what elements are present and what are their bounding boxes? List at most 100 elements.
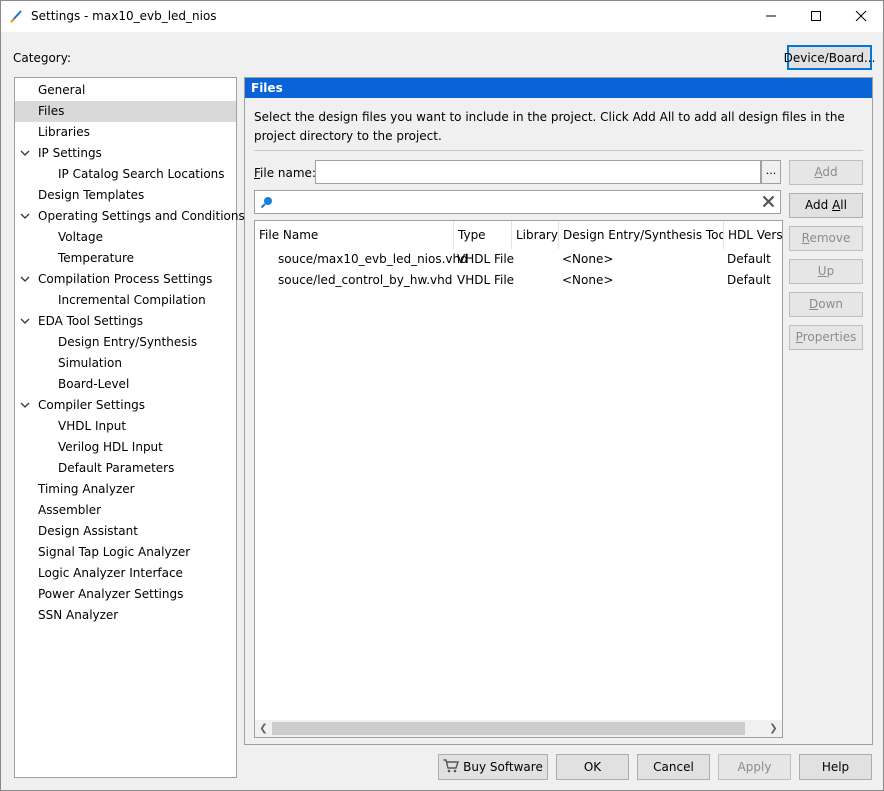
tree-item-files[interactable]: Files: [15, 101, 236, 122]
cancel-button[interactable]: Cancel: [637, 754, 710, 780]
file-name-label: File name:: [254, 166, 316, 180]
button-label: Help: [821, 760, 850, 774]
maximize-icon: [811, 11, 821, 21]
clear-icon[interactable]: [761, 194, 776, 209]
tree-item-libraries[interactable]: Libraries: [15, 122, 236, 143]
tree-item-label: Timing Analyzer: [38, 482, 135, 496]
column-header[interactable]: File Name: [255, 221, 454, 249]
table-cell: VHDL File: [457, 252, 515, 266]
tree-item-simulation[interactable]: Simulation: [15, 353, 236, 374]
browse-button[interactable]: ...: [761, 160, 781, 184]
remove-button[interactable]: Remove: [789, 226, 863, 251]
scroll-right-icon[interactable]: ❯: [765, 720, 782, 737]
search-icon: [260, 195, 274, 209]
files-table[interactable]: File Name Type Library Design Entry/Synthes…: [254, 220, 783, 738]
tree-item-label: Signal Tap Logic Analyzer: [38, 545, 191, 559]
button-label: Apply: [737, 760, 772, 774]
tree-item-label: Temperature: [58, 251, 135, 265]
table-cell: <None>: [562, 252, 614, 266]
tree-item-verilog-hdl-input[interactable]: Verilog HDL Input: [15, 437, 236, 458]
column-header[interactable]: Library: [512, 221, 559, 249]
tree-item-compiler-settings[interactable]: Compiler Settings: [15, 395, 236, 416]
button-label: Buy Software: [463, 760, 543, 774]
button-label: Up: [817, 264, 835, 278]
tree-item-logic-analyzer-interface[interactable]: Logic Analyzer Interface: [15, 563, 236, 584]
tree-item-signal-tap-logic-analyzer[interactable]: Signal Tap Logic Analyzer: [15, 542, 236, 563]
close-icon: [855, 10, 867, 22]
tree-item-general[interactable]: General: [15, 80, 236, 101]
tree-item-label: VHDL Input: [58, 419, 127, 433]
file-name-input[interactable]: [315, 160, 761, 184]
help-button[interactable]: Help: [799, 754, 872, 780]
tree-item-label: Board-Level: [58, 377, 130, 391]
tree-item-label: Simulation: [58, 356, 122, 370]
column-header[interactable]: HDL Versi: [724, 221, 782, 249]
close-button[interactable]: [838, 1, 884, 31]
tree-item-timing-analyzer[interactable]: Timing Analyzer: [15, 479, 236, 500]
table-cell: souce/led_control_by_hw.vhd: [278, 273, 453, 287]
add-button[interactable]: Add: [789, 160, 863, 185]
tree-item-design-entry-synthesis[interactable]: Design Entry/Synthesis: [15, 332, 236, 353]
tree-item-assembler[interactable]: Assembler: [15, 500, 236, 521]
add-all-button[interactable]: Add All: [789, 193, 863, 218]
device-board-button[interactable]: Device/Board...: [784, 45, 875, 70]
tree-item-label: Power Analyzer Settings: [38, 587, 184, 601]
category-tree[interactable]: General Files Libraries IP Settings IP Catal…: [14, 77, 245, 778]
minimize-icon: [766, 15, 776, 17]
category-label: Category:: [13, 51, 71, 65]
tree-item-ip-settings[interactable]: IP Settings: [15, 143, 236, 164]
tree-item-power-analyzer-settings[interactable]: Power Analyzer Settings: [15, 584, 236, 605]
tree-item-label: Libraries: [38, 125, 90, 139]
scroll-left-icon[interactable]: ❮: [255, 720, 272, 737]
tree-item-label: Design Entry/Synthesis: [58, 335, 198, 349]
tree-item-label: Files: [38, 104, 65, 118]
tree-item-voltage[interactable]: Voltage: [15, 227, 236, 248]
table-row[interactable]: souce/led_control_by_hw.vhd VHDL File <Non…: [255, 270, 782, 291]
tree-item-default-parameters[interactable]: Default Parameters: [15, 458, 236, 479]
button-label: Remove: [801, 231, 851, 245]
tree-item-label: Assembler: [38, 503, 102, 517]
button-label: Cancel: [653, 760, 694, 774]
table-cell: Default: [727, 252, 771, 266]
tree-item-ip-catalog-search-locations[interactable]: IP Catalog Search Locations: [15, 164, 236, 185]
tree-item-design-assistant[interactable]: Design Assistant: [15, 521, 236, 542]
title-bar[interactable]: Settings - max10_evb_led_nios: [1, 1, 883, 32]
scroll-thumb[interactable]: [272, 722, 745, 735]
down-button[interactable]: Down: [789, 292, 863, 317]
button-label: OK: [583, 760, 602, 774]
tree-item-temperature[interactable]: Temperature: [15, 248, 236, 269]
tree-item-label: Compilation Process Settings: [38, 272, 213, 286]
up-button[interactable]: Up: [789, 259, 863, 284]
properties-button[interactable]: Properties: [789, 325, 863, 350]
tree-item-label: General: [38, 83, 86, 97]
table-row[interactable]: souce/max10_evb_led_nios.vhd VHDL File <No…: [255, 249, 782, 270]
minimize-button[interactable]: [748, 1, 794, 31]
window-title: Settings - max10_evb_led_nios: [31, 9, 217, 23]
settings-window: Settings - max10_evb_led_nios Category: …: [0, 0, 884, 791]
tree-item-label: Voltage: [58, 230, 104, 244]
column-header[interactable]: Design Entry/Synthesis Tool: [559, 221, 724, 249]
tree-item-vhdl-input[interactable]: VHDL Input: [15, 416, 236, 437]
filter-input[interactable]: [254, 190, 781, 214]
table-cell: <None>: [562, 273, 614, 287]
table-cell: Default: [727, 273, 771, 287]
files-panel: Files Select the design files you want t…: [244, 77, 873, 745]
tree-item-ssn-analyzer[interactable]: SSN Analyzer: [15, 605, 236, 626]
ok-button[interactable]: OK: [556, 754, 629, 780]
tree-item-eda-tool-settings[interactable]: EDA Tool Settings: [15, 311, 236, 332]
maximize-button[interactable]: [793, 1, 839, 31]
tree-item-board-level[interactable]: Board-Level: [15, 374, 236, 395]
quartus-app-icon: [9, 8, 25, 24]
tree-item-label: IP Settings: [38, 146, 102, 160]
tree-item-compilation-process-settings[interactable]: Compilation Process Settings: [15, 269, 236, 290]
tree-item-incremental-compilation[interactable]: Incremental Compilation: [15, 290, 236, 311]
tree-item-label: Design Assistant: [38, 524, 138, 538]
horizontal-scrollbar[interactable]: ❮ ❯: [255, 720, 782, 737]
tree-item-design-templates[interactable]: Design Templates: [15, 185, 236, 206]
tree-item-label: EDA Tool Settings: [38, 314, 143, 328]
tree-item-operating-settings-and-conditions[interactable]: Operating Settings and Conditions: [15, 206, 245, 227]
buy-software-button[interactable]: Buy Software: [438, 754, 548, 780]
column-header[interactable]: Type: [454, 221, 512, 249]
apply-button[interactable]: Apply: [718, 754, 791, 780]
panel-header: Files: [245, 78, 872, 98]
